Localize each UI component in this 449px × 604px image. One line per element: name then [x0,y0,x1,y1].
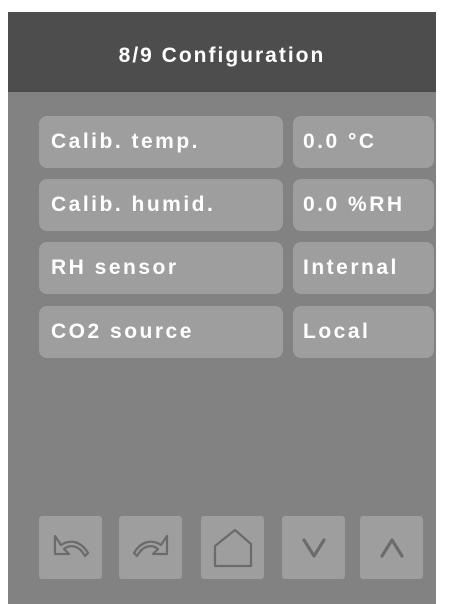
row-value-text: Internal [303,256,399,279]
row-label-text: Calib. temp. [51,130,201,153]
undo-button[interactable] [39,516,102,579]
row-value-text: Local [303,320,371,343]
redo-icon [132,534,168,557]
header-bar: 8/9 Configuration [8,12,436,92]
device-screen: 8/9 Configuration Calib. temp. 0.0 °C Ca… [8,12,436,604]
row-label-calib-temp[interactable]: Calib. temp. [39,116,283,168]
row-value-co2-source[interactable]: Local [293,306,434,358]
row-label-rh-sensor[interactable]: RH sensor [39,242,283,294]
chevron-down-icon [301,537,326,558]
chevron-up-icon [379,537,404,558]
row-value-calib-temp[interactable]: 0.0 °C [293,116,434,168]
row-value-rh-sensor[interactable]: Internal [293,242,434,294]
scroll-up-button[interactable] [360,516,423,579]
page-title: 8/9 Configuration [118,44,326,67]
row-label-text: CO2 source [51,320,194,343]
row-value-calib-humid[interactable]: 0.0 %RH [293,179,434,231]
redo-button[interactable] [119,516,182,579]
undo-icon [53,534,89,557]
row-label-calib-humid[interactable]: Calib. humid. [39,179,283,231]
row-value-text: 0.0 %RH [303,193,405,216]
home-icon [213,528,252,567]
row-label-text: RH sensor [51,256,179,279]
row-value-text: 0.0 °C [303,130,377,153]
row-label-co2-source[interactable]: CO2 source [39,306,283,358]
home-button[interactable] [201,516,264,579]
scroll-down-button[interactable] [282,516,345,579]
row-label-text: Calib. humid. [51,193,216,216]
